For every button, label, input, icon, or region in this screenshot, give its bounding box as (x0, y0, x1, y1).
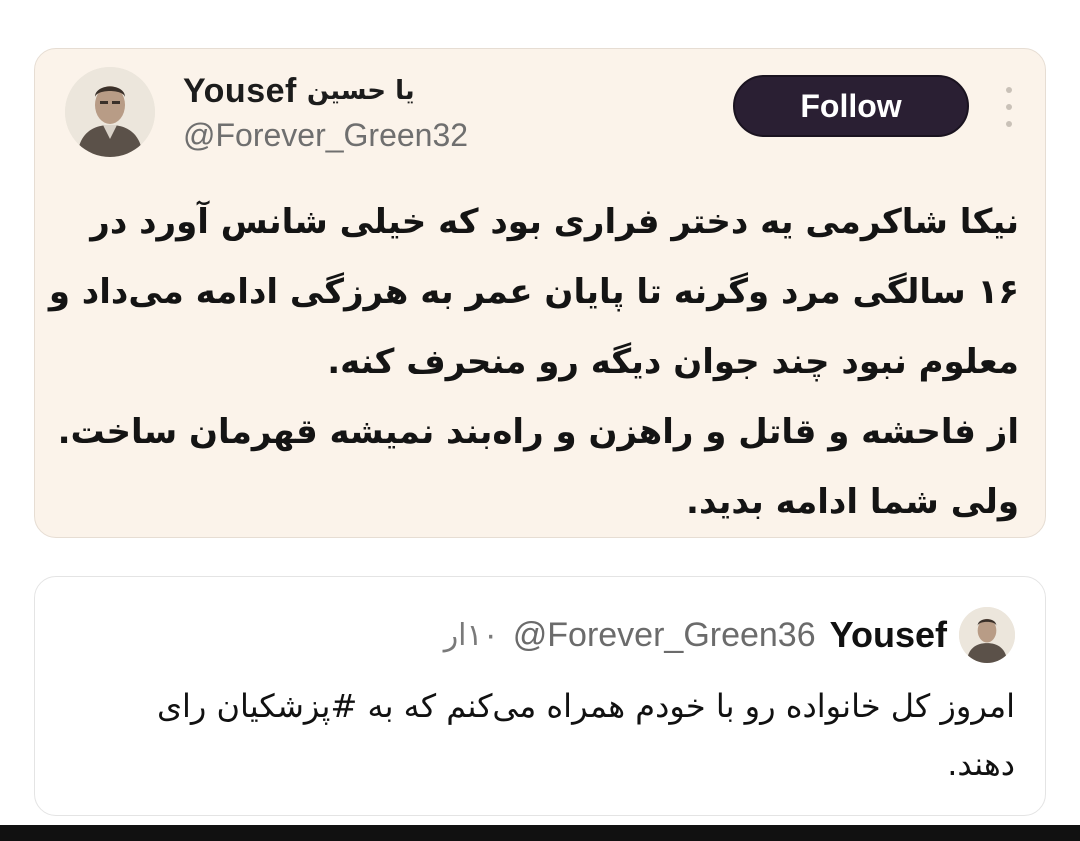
more-vertical-icon[interactable] (1003, 87, 1015, 127)
avatar[interactable] (65, 67, 155, 157)
author-display-name[interactable]: Yousef (183, 72, 297, 111)
tweet-text-line: ولی شما ادامه بدید. (686, 482, 1019, 522)
quoted-avatar[interactable] (959, 607, 1015, 663)
tweet-text-line: معلوم نبود چند جوان دیگه رو منحرف کنه. (327, 342, 1019, 382)
quoted-text-line: امروز کل خانواده رو با خودم همراه می‌کنم… (156, 687, 1015, 725)
quoted-avatar-photo (959, 607, 1015, 663)
tweet-text-line: از فاحشه و قاتل و راهزن و راه‌بند نمیشه … (57, 412, 1019, 452)
quoted-text-line: دهند. (947, 745, 1015, 783)
follow-button[interactable]: Follow (733, 75, 969, 137)
quoted-display-name[interactable]: Yousef (830, 614, 947, 656)
quoted-tweet-card[interactable]: ۱۰ار @Forever_Green36 Yousef امروز کل خا… (34, 576, 1046, 816)
bottom-bar (0, 825, 1080, 841)
tweet-text-line: ۱۶ سالگی مرد وگرنه تا پایان عمر به هرزگی… (48, 272, 1019, 312)
author-name-row[interactable]: Yousef یا حسین (183, 67, 415, 115)
avatar-photo (65, 67, 155, 157)
quoted-tweet-text: امروز کل خانواده رو با خودم همراه می‌کنم… (95, 677, 1015, 793)
main-tweet-card: Yousef یا حسین @Forever_Green32 Follow ن… (34, 48, 1046, 538)
tweet-text-line: نیکا شاکرمی یه دختر فراری بود که خیلی شا… (90, 202, 1019, 242)
author-name-prefix[interactable]: یا حسین (307, 76, 415, 106)
quoted-handle[interactable]: @Forever_Green36 (513, 616, 816, 655)
quoted-header: ۱۰ار @Forever_Green36 Yousef (395, 605, 947, 665)
quoted-timestamp: ۱۰ار (443, 617, 499, 653)
author-handle[interactable]: @Forever_Green32 (183, 117, 468, 154)
tweet-text: نیکا شاکرمی یه دختر فراری بود که خیلی شا… (48, 187, 1019, 537)
